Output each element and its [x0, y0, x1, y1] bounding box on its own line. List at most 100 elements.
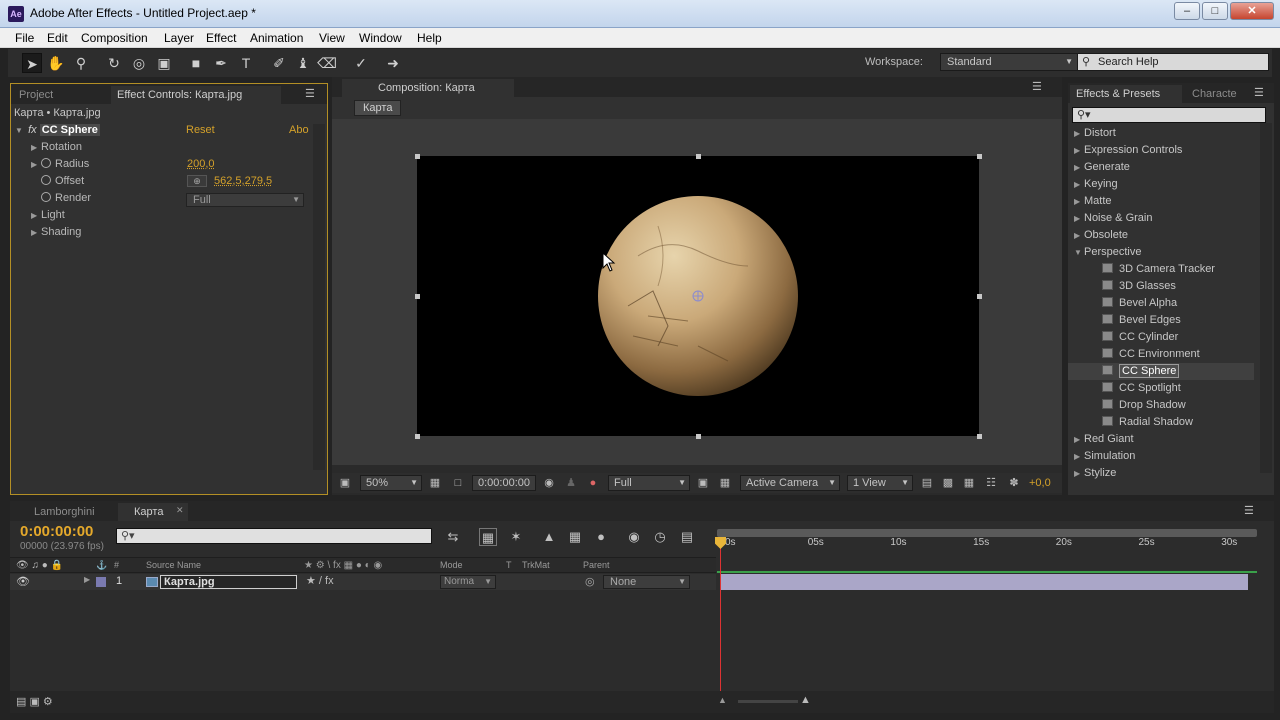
effects-category[interactable]: ▶ Keying [1068, 176, 1254, 193]
reset-link[interactable]: Reset [186, 122, 215, 139]
crosshair-icon[interactable]: ⊕ [187, 175, 207, 187]
close-tab-icon[interactable]: ✕ [176, 505, 184, 516]
puppet-pin-tool-icon[interactable]: ➜ [383, 53, 403, 73]
zoom-tool-icon[interactable]: ⚲ [71, 53, 91, 73]
layer-handle[interactable] [696, 434, 701, 439]
blend-mode-select[interactable]: Norma ▼ [440, 575, 496, 589]
effects-category[interactable]: ▶ Simulation [1068, 448, 1254, 465]
composition-viewer[interactable] [332, 119, 1062, 465]
effects-category[interactable]: ▶ Noise & Grain [1068, 210, 1254, 227]
tab-lamborghini[interactable]: Lamborghini [18, 503, 101, 521]
property-light[interactable]: ▶ Light [31, 207, 65, 224]
zoom-in-icon[interactable]: ▲ [800, 694, 811, 706]
column-source-name[interactable]: Source Name [146, 560, 201, 570]
region-of-interest-icon[interactable]: ▦ [428, 476, 442, 490]
close-button[interactable]: ✕ [1230, 2, 1274, 20]
menu-animation[interactable]: Animation [250, 31, 303, 45]
panel-menu-icon[interactable]: ☰ [305, 87, 315, 100]
panel-menu-icon[interactable]: ☰ [1032, 80, 1042, 93]
layer-switches-icons[interactable]: ★ / fx [306, 574, 334, 587]
graph-editor-icon[interactable]: ▤ [678, 528, 696, 546]
label-color-icon[interactable] [96, 577, 106, 587]
menu-help[interactable]: Help [417, 31, 442, 45]
reset-exposure-icon[interactable]: ✽ [1007, 476, 1021, 490]
stopwatch-icon[interactable] [41, 175, 51, 185]
expand-triangle-icon[interactable]: ▶ [1068, 142, 1084, 159]
layer-duration-bar[interactable] [720, 574, 1248, 590]
panel-menu-icon[interactable]: ☰ [1254, 86, 1264, 99]
expand-triangle-icon[interactable]: ▶ [1068, 125, 1084, 142]
tab-effect-controls[interactable]: Effect Controls: Карта.jpg [111, 86, 281, 104]
stopwatch-icon[interactable] [41, 192, 51, 202]
effect-item[interactable]: 3D Camera Tracker [1068, 261, 1254, 278]
expand-triangle-icon[interactable]: ▶ [31, 224, 41, 241]
rotation-tool-icon[interactable]: ↻ [104, 53, 124, 73]
effect-scrollbar[interactable] [313, 124, 325, 470]
always-preview-icon[interactable]: ▣ [338, 476, 352, 490]
brainstorm-icon[interactable]: ◉ [625, 528, 643, 546]
text-tool-icon[interactable]: T [236, 53, 256, 73]
clone-stamp-tool-icon[interactable]: ♝ [293, 53, 313, 73]
composition-crumb[interactable]: Карта [354, 100, 402, 116]
expand-triangle-icon[interactable]: ▶ [1068, 193, 1084, 210]
channel-icon[interactable]: ● [586, 476, 600, 490]
radius-value[interactable]: 200,0 [187, 156, 215, 173]
fast-preview-icon[interactable]: ▩ [941, 476, 955, 490]
expand-triangle-icon[interactable]: ▶ [31, 156, 41, 173]
composition-canvas[interactable] [417, 156, 979, 436]
expand-triangle-icon[interactable]: ▶ [1068, 176, 1084, 193]
effect-header-row[interactable]: ▼ fx CC Sphere Reset Abo [15, 122, 315, 139]
current-time-display[interactable]: 0:00:00:00 [472, 475, 536, 491]
expand-triangle-icon[interactable]: ▶ [1068, 465, 1084, 482]
effect-item[interactable]: Radial Shadow [1068, 414, 1254, 431]
menu-view[interactable]: View [319, 31, 345, 45]
layer-handle[interactable] [415, 154, 420, 159]
effects-scrollbar[interactable] [1260, 123, 1272, 473]
effects-category[interactable]: ▶ Expression Controls [1068, 142, 1254, 159]
effects-search-input[interactable]: ⚲▾ [1072, 107, 1266, 123]
search-help-input[interactable]: ⚲ Search Help [1077, 53, 1269, 71]
effects-category[interactable]: ▶ Obsolete [1068, 227, 1254, 244]
tab-effects-presets[interactable]: Effects & Presets [1070, 85, 1182, 103]
expand-triangle-icon[interactable]: ▶ [1068, 159, 1084, 176]
grid-guides-icon[interactable]: ▦ [718, 476, 732, 490]
zoom-out-icon[interactable]: ▲ [718, 695, 727, 705]
brush-tool-icon[interactable]: ✐ [269, 53, 289, 73]
camera-tool-icon[interactable]: ◎ [129, 53, 149, 73]
expand-triangle-icon[interactable]: ▶ [1068, 448, 1084, 465]
rectangle-tool-icon[interactable]: ■ [186, 53, 206, 73]
about-link[interactable]: Abo [289, 122, 309, 139]
layer-handle[interactable] [977, 154, 982, 159]
effects-category[interactable]: ▶ Generate [1068, 159, 1254, 176]
fast-previews-icon[interactable]: ▣ [696, 476, 710, 490]
effect-item[interactable]: Bevel Edges [1068, 312, 1254, 329]
menu-composition[interactable]: Composition [81, 31, 148, 45]
pen-tool-icon[interactable]: ✒ [211, 53, 231, 73]
toggle-pixel-aspect-icon[interactable]: ▤ [920, 476, 934, 490]
fx-icon[interactable]: fx [28, 124, 37, 136]
expand-triangle-icon[interactable]: ▶ [1068, 227, 1084, 244]
frame-blending-icon[interactable]: ▦ [566, 528, 584, 546]
show-snapshot-icon[interactable]: ♟ [564, 476, 578, 490]
shy-layers-icon[interactable]: ▲ [540, 528, 558, 546]
expand-triangle-icon[interactable]: ▶ [84, 575, 90, 584]
auto-keyframe-icon[interactable]: ◷ [651, 528, 669, 546]
live-update-icon[interactable]: ▦ [479, 528, 497, 546]
snapshot-icon[interactable]: ◉ [542, 476, 556, 490]
maximize-button[interactable]: □ [1202, 2, 1228, 20]
expand-triangle-icon[interactable]: ▶ [1068, 210, 1084, 227]
render-select[interactable]: Full ▼ [186, 193, 304, 207]
effect-item[interactable]: 3D Glasses [1068, 278, 1254, 295]
effects-category[interactable]: ▶ Distort [1068, 125, 1254, 142]
layer-handle[interactable] [977, 434, 982, 439]
layer-handle[interactable] [696, 154, 701, 159]
expand-triangle-icon[interactable]: ▼ [1068, 244, 1084, 261]
timeline-search-input[interactable]: ⚲▾ [116, 528, 432, 544]
menu-window[interactable]: Window [359, 31, 402, 45]
effect-item[interactable]: Bevel Alpha [1068, 295, 1254, 312]
parent-select[interactable]: None ▼ [603, 575, 690, 589]
offset-value[interactable]: 562,5,279,5 [214, 173, 272, 190]
tab-composition[interactable]: Composition: Карта [342, 79, 514, 97]
layer-name[interactable]: Карта.jpg [160, 575, 297, 589]
minimize-button[interactable]: – [1174, 2, 1200, 20]
